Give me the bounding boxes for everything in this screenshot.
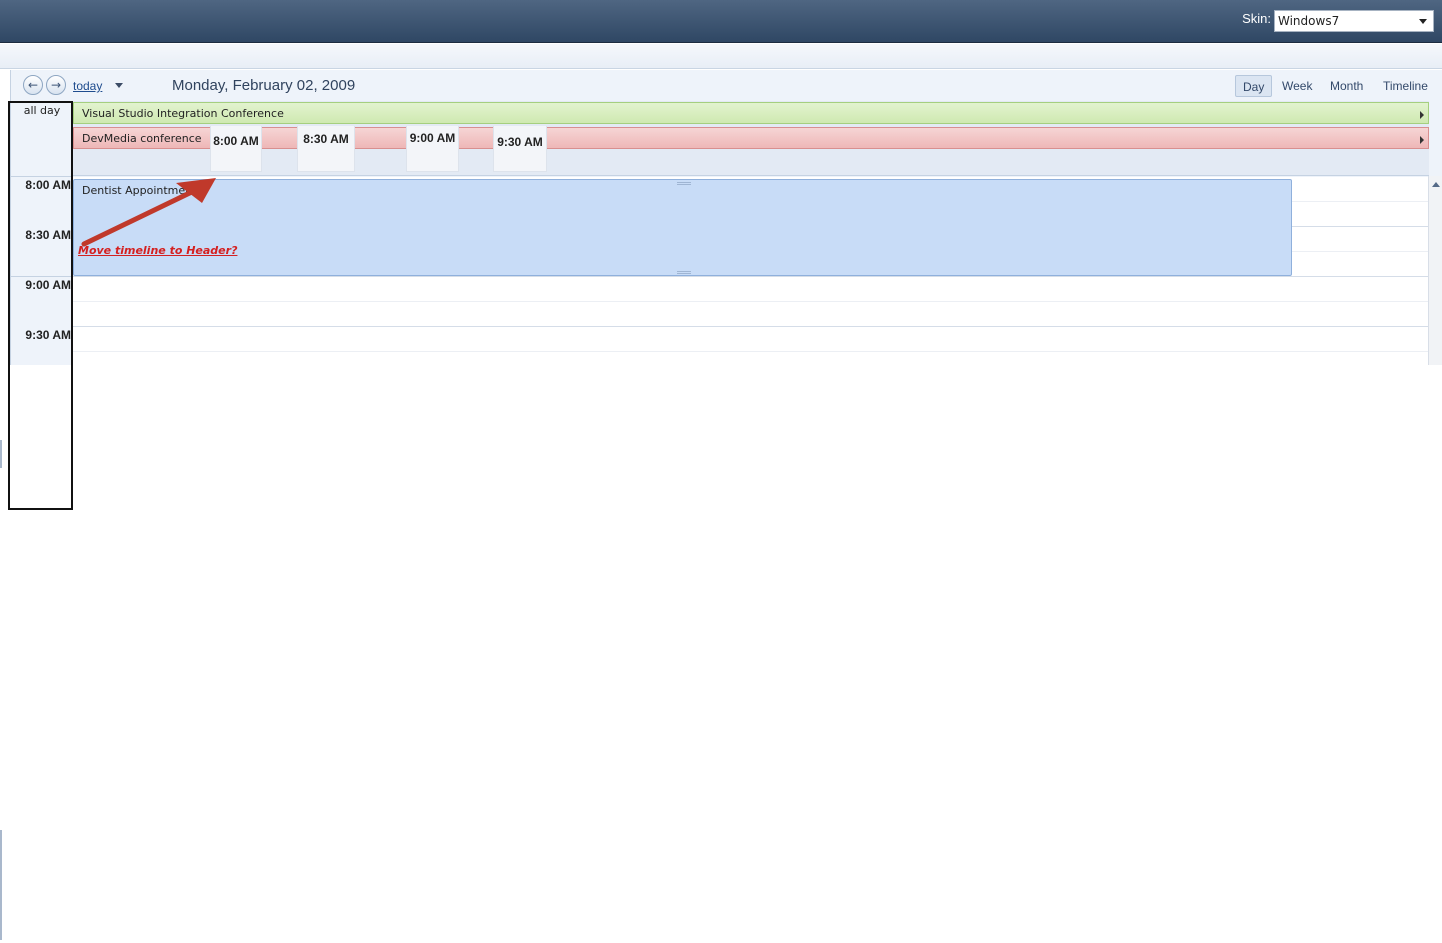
page-band	[0, 44, 1442, 69]
skin-select-value: Windows7	[1278, 14, 1340, 28]
time-slot-label: 9:00 AM	[25, 278, 71, 292]
header-timeline-label: 8:30 AM	[297, 126, 355, 172]
time-slot-label: 8:00 AM	[25, 178, 71, 192]
grid-line	[73, 351, 1429, 352]
today-link[interactable]: today	[73, 79, 102, 93]
resize-handle-top[interactable]	[677, 182, 691, 185]
prev-button[interactable]: ←	[23, 75, 43, 95]
annotation-text: Move timeline to Header?	[78, 244, 238, 257]
chevron-down-icon[interactable]	[115, 83, 123, 88]
skin-label: Skin:	[1242, 11, 1271, 26]
vertical-scrollbar[interactable]	[1428, 176, 1442, 365]
grid-line	[73, 276, 1429, 277]
skin-select[interactable]: Windows7	[1274, 10, 1434, 32]
time-grid[interactable]: Dentist Appointment	[73, 177, 1429, 365]
top-bar: Skin: Windows7	[0, 0, 1442, 43]
appointment[interactable]: Dentist Appointment	[73, 179, 1292, 276]
time-separator	[11, 276, 73, 277]
header-timeline-label: 9:00 AM	[406, 126, 459, 172]
scheduler: ← → today Monday, February 02, 2009 Day …	[10, 70, 1442, 365]
event-title: DevMedia conference	[82, 132, 202, 145]
allday-event[interactable]: Visual Studio Integration Conference	[73, 102, 1429, 124]
scheduler-toolbar: ← → today Monday, February 02, 2009 Day …	[11, 70, 1442, 101]
scroll-up-icon[interactable]	[1432, 182, 1440, 187]
arrow-right-icon: →	[50, 78, 62, 92]
header-timeline-label: 8:00 AM	[210, 126, 262, 172]
edge-mark	[0, 440, 2, 468]
grid-line	[73, 326, 1429, 327]
time-slot-label: 9:30 AM	[25, 328, 71, 342]
event-title: Visual Studio Integration Conference	[82, 107, 284, 120]
resize-handle-bottom[interactable]	[677, 271, 691, 274]
tab-timeline[interactable]: Timeline	[1376, 75, 1435, 97]
header-timeline-label: 9:30 AM	[493, 126, 547, 172]
appointment-title: Dentist Appointment	[82, 184, 197, 197]
chevron-right-icon	[1420, 136, 1424, 144]
edge-mark	[0, 830, 2, 940]
next-button[interactable]: →	[46, 75, 66, 95]
allday-event[interactable]: DevMedia conference	[73, 127, 1429, 149]
time-separator	[11, 176, 73, 177]
time-column: all day 8:00 AM 8:30 AM 9:00 AM 9:30 AM	[11, 101, 73, 365]
chevron-down-icon	[1419, 19, 1427, 24]
chevron-right-icon	[1420, 111, 1424, 119]
date-title: Monday, February 02, 2009	[172, 77, 356, 94]
tab-week[interactable]: Week	[1275, 75, 1319, 97]
allday-area: Visual Studio Integration Conference Dev…	[73, 101, 1429, 176]
tab-month[interactable]: Month	[1323, 75, 1370, 97]
arrow-left-icon: ←	[27, 78, 39, 92]
tab-day[interactable]: Day	[1235, 75, 1273, 97]
grid-line	[73, 301, 1429, 302]
time-slot-label: 8:30 AM	[25, 228, 71, 242]
allday-label: all day	[23, 104, 61, 117]
